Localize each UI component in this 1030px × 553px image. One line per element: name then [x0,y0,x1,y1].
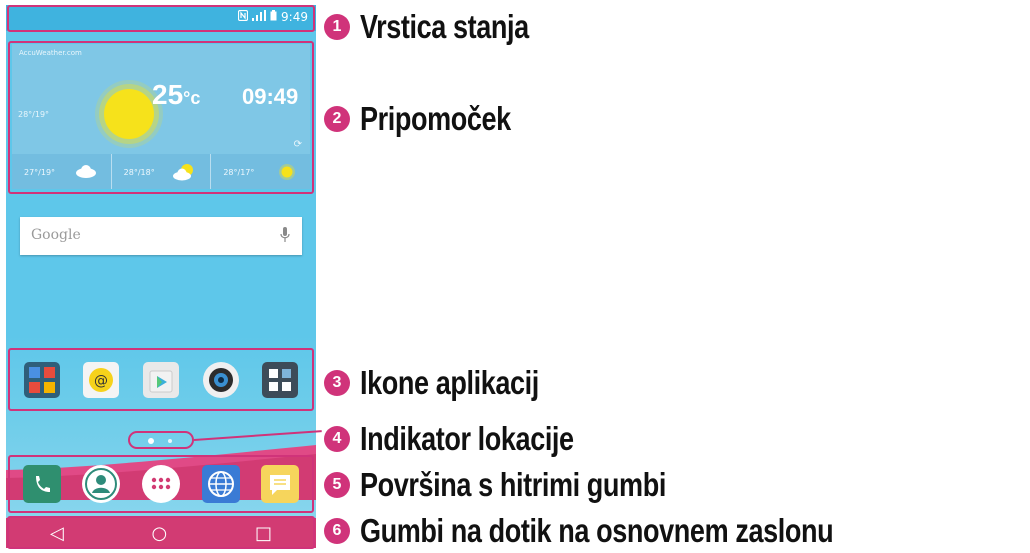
callout-number: 1 [324,14,350,40]
callout-app-icons: 3 Ikone aplikacij [324,364,578,402]
callout-number: 2 [324,106,350,132]
callout-widget: 2 Pripomoček [324,100,544,138]
search-placeholder: Google [31,227,81,243]
microphone-icon[interactable] [280,227,290,247]
callout-number: 3 [324,370,350,396]
callout-number: 6 [324,518,350,544]
callout-label: Vrstica stanja [360,8,529,45]
callout-number: 4 [324,426,350,452]
quick-buttons-frame [8,455,314,513]
callout-number: 5 [324,472,350,498]
home-touch-buttons-frame [7,516,315,549]
app-icons-frame [8,348,314,411]
callout-label: Pripomoček [360,100,511,137]
callout-status-bar: 1 Vrstica stanja [324,8,566,46]
google-search-bar[interactable]: Google [20,217,302,255]
callout-label: Površina s hitrimi gumbi [360,466,666,503]
callout-quick-buttons: 5 Površina s hitrimi gumbi [324,466,733,504]
callout-label: Gumbi na dotik na osnovnem zaslonu [360,512,834,549]
status-bar-frame [7,5,315,32]
callout-label: Ikone aplikacij [360,364,539,401]
page-indicator-frame [128,431,194,449]
callout-location-indicator: 4 Indikator lokacije [324,420,621,458]
callout-home-buttons: 6 Gumbi na dotik na osnovnem zaslonu [324,512,937,550]
callout-label: Indikator lokacije [360,420,574,457]
widget-frame [8,41,314,194]
